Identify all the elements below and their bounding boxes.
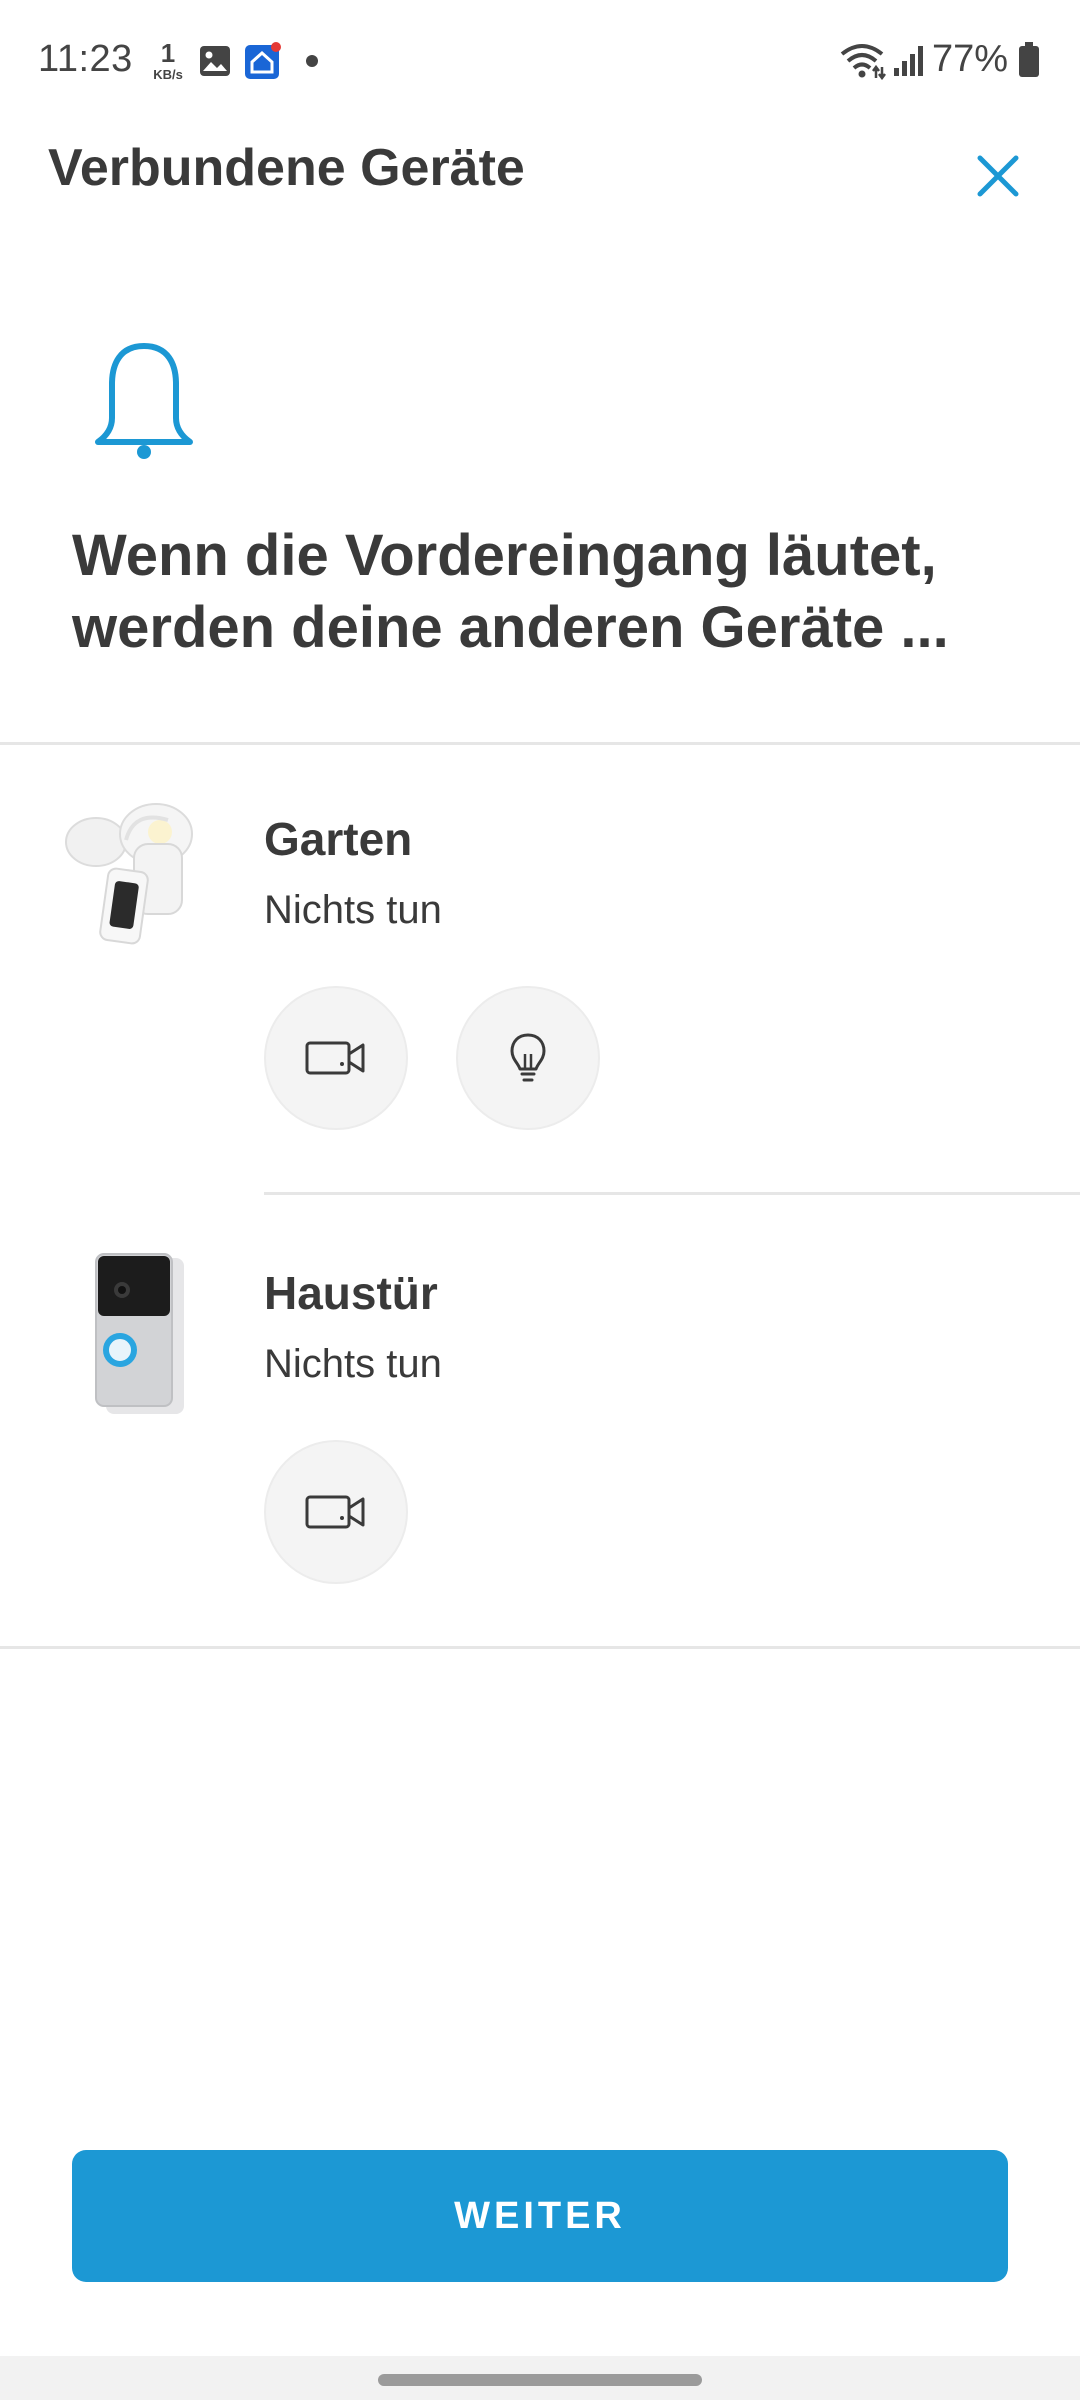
close-icon (977, 155, 1019, 197)
home-app-icon (244, 42, 282, 85)
network-speed: 1 KB/s (148, 40, 188, 81)
intro-text: Wenn die Vordereingang läutet, werden de… (72, 523, 949, 660)
video-camera-icon (305, 1495, 365, 1529)
section-divider (0, 1646, 1080, 1649)
light-action-button[interactable] (456, 986, 600, 1130)
device-status: Nichts tun (264, 1342, 442, 1386)
bell-icon (86, 338, 202, 467)
section-divider (0, 742, 1080, 745)
video-camera-icon (305, 1041, 365, 1075)
status-bar: 11:23 1 KB/s 77% (0, 0, 1080, 120)
battery-icon (1018, 42, 1040, 83)
video-action-button[interactable] (264, 986, 408, 1130)
close-button[interactable] (962, 140, 1034, 212)
page-title: Verbundene Geräte (48, 139, 525, 197)
connected-devices-screen: 11:23 1 KB/s 77% Verbundene Geräte Wenn … (0, 0, 1080, 2400)
notification-dot (306, 55, 318, 67)
home-gesture-handle[interactable] (378, 2374, 702, 2386)
floodlight-camera-image (56, 800, 212, 951)
signal-icon (892, 44, 926, 83)
network-speed-unit: KB/s (153, 67, 183, 82)
wifi-icon (838, 40, 886, 85)
video-doorbell-image (88, 1250, 198, 1427)
continue-button[interactable]: WEITER (72, 2150, 1008, 2282)
device-name: Haustür (264, 1267, 438, 1319)
battery-percentage: 77% (931, 38, 1008, 80)
gallery-icon (198, 44, 232, 83)
device-divider (264, 1192, 1080, 1195)
status-time: 11:23 (38, 38, 133, 80)
video-action-button[interactable] (264, 1440, 408, 1584)
device-name: Garten (264, 813, 413, 865)
network-speed-value: 1 (160, 38, 176, 68)
light-bulb-icon (510, 1033, 546, 1082)
device-status: Nichts tun (264, 888, 442, 932)
